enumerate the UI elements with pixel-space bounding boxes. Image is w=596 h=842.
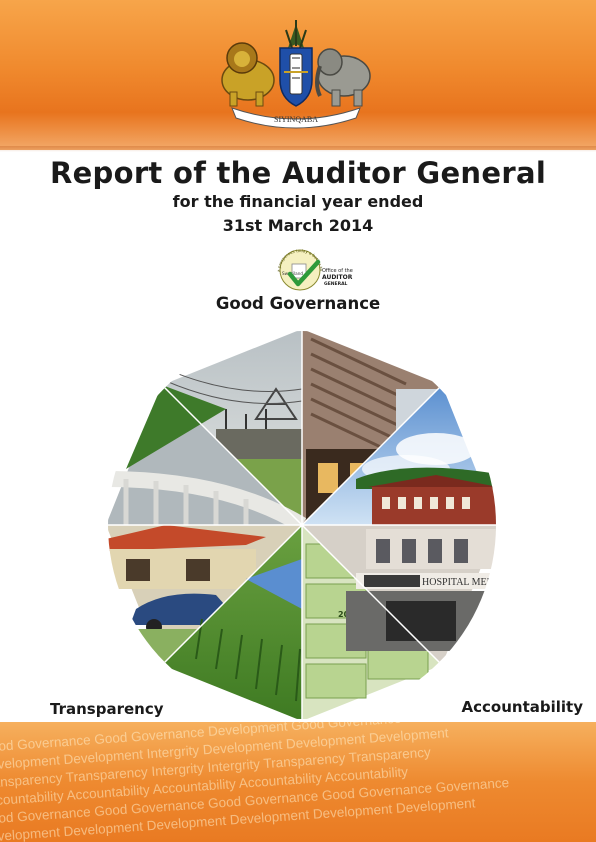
feather-plume-icon — [285, 20, 307, 49]
logo-line2: AUDITOR — [322, 274, 353, 281]
elephant-supporter-icon — [315, 48, 371, 107]
auditor-general-logo: a prosperous today a better tomorrow Swa… — [272, 242, 353, 291]
coat-of-arms-crest: SIYINQABA — [221, 20, 371, 129]
motto-ribbon: SIYINQABA — [231, 107, 361, 129]
logo-line3: GENERAL — [324, 281, 348, 287]
slice-dividers — [108, 331, 496, 719]
crest-motto-text: SIYINQABA — [274, 115, 318, 124]
lion-supporter-icon — [221, 42, 275, 107]
shield-icon — [279, 47, 313, 107]
report-title: Report of the Auditor General — [49, 156, 547, 190]
report-subtitle-line2: 31st March 2014 — [222, 216, 374, 235]
header-shadow — [0, 146, 596, 152]
theme-accountability: Accountability — [461, 698, 583, 716]
report-subtitle-line1: for the financial year ended — [172, 192, 424, 211]
redacted-bar — [364, 575, 420, 587]
footer-band: Good Governance Good Governance Developm… — [0, 722, 596, 842]
theme-transparency: Transparency — [50, 700, 164, 718]
theme-good-governance: Good Governance — [215, 294, 381, 313]
photo-collage-circle: 200 200 HOSPITAL MED — [108, 331, 496, 719]
hospital-sign-text: HOSPITAL MED — [422, 577, 494, 588]
